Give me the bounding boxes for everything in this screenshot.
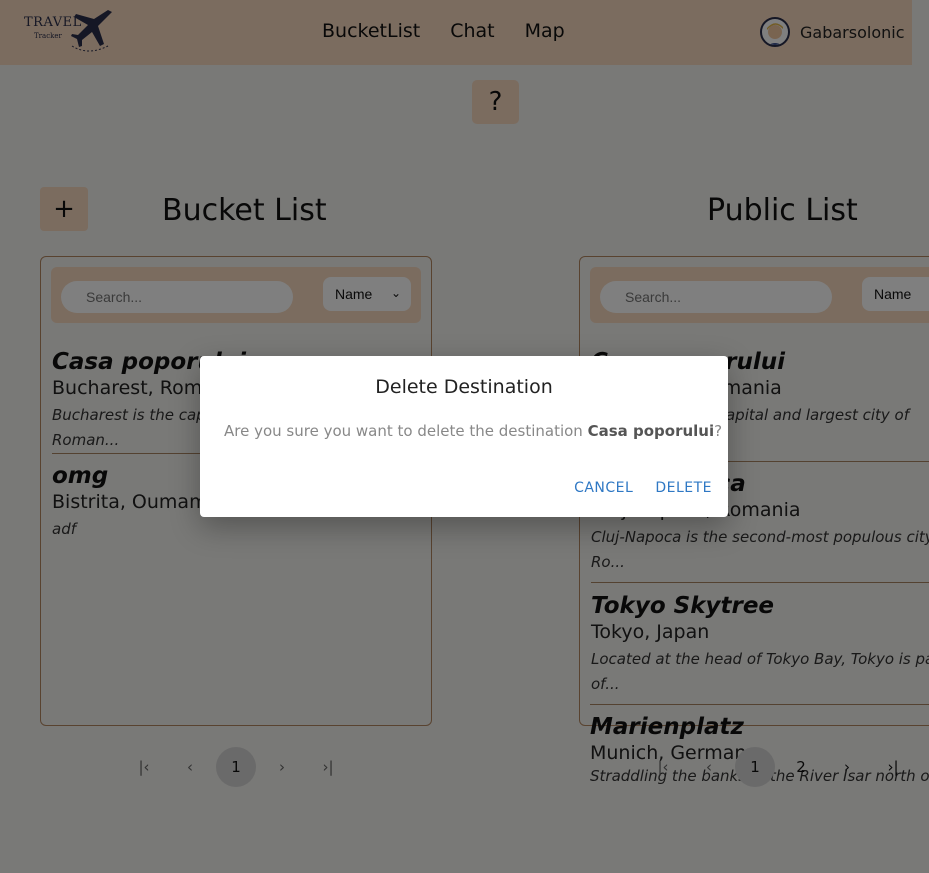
cancel-button[interactable]: CANCEL (574, 480, 633, 496)
delete-button[interactable]: DELETE (655, 480, 712, 496)
dialog-target-name: Casa poporului (587, 422, 715, 440)
dialog-actions: CANCEL DELETE (574, 480, 712, 496)
dialog-title: Delete Destination (375, 376, 553, 398)
delete-destination-dialog: Delete Destination Are you sure you want… (200, 356, 728, 517)
dialog-message: Are you sure you want to delete the dest… (224, 422, 722, 440)
dialog-message-suffix: ? (714, 422, 723, 440)
dialog-message-text: Are you sure you want to delete the dest… (224, 422, 588, 440)
